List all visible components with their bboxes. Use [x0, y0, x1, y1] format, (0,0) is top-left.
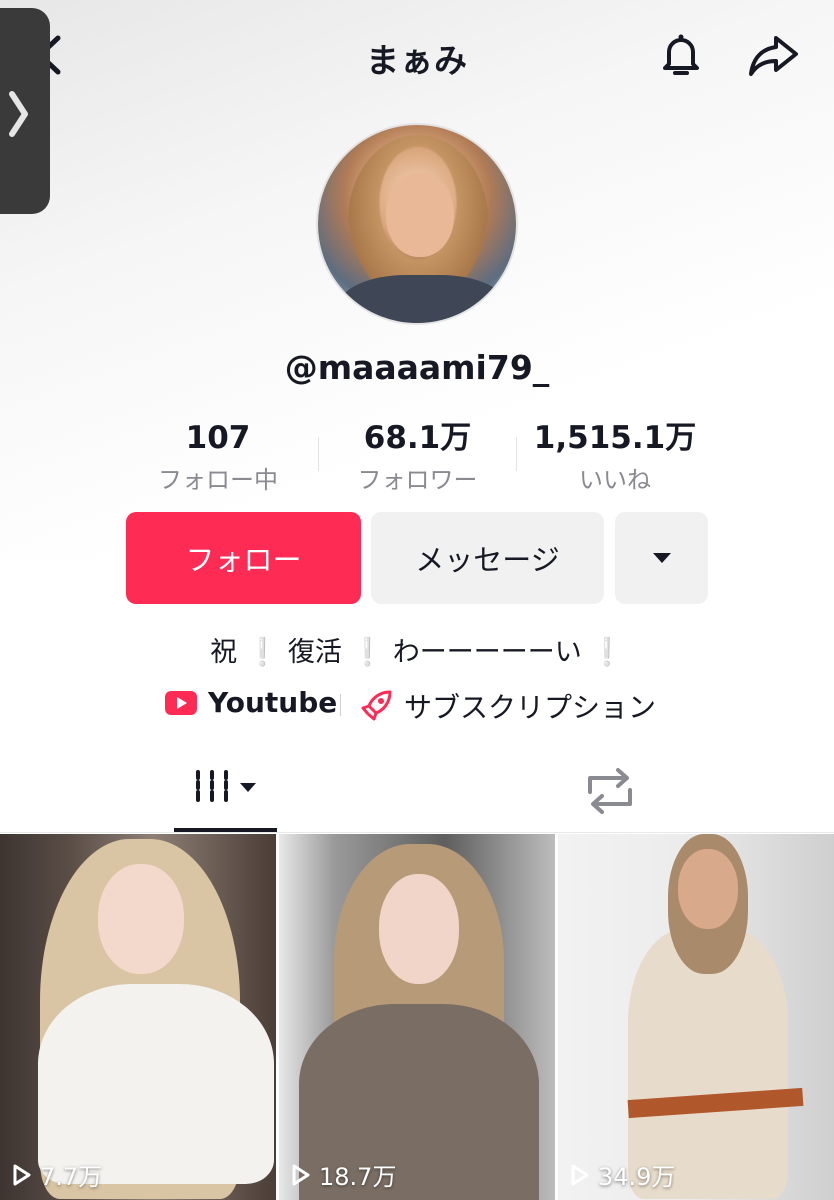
stat-likes-label: いいね: [579, 466, 651, 494]
view-count-value: 18.7万: [319, 1163, 397, 1191]
video-thumbnail[interactable]: 7.7万: [0, 834, 276, 1200]
message-button[interactable]: メッセージ: [371, 512, 604, 604]
stat-likes-value: 1,515.1万: [533, 420, 697, 456]
stat-divider: [516, 437, 517, 471]
thumbnail-figure: [678, 849, 738, 929]
username-handle: @maaaami79_: [284, 348, 550, 387]
video-thumbnail[interactable]: 34.9万: [558, 834, 834, 1200]
bell-icon[interactable]: [655, 28, 707, 80]
youtube-link[interactable]: Youtube: [208, 686, 337, 719]
youtube-icon[interactable]: [165, 691, 197, 715]
view-count: 7.7万: [12, 1157, 102, 1192]
profile-links: Youtube サブスクリプション: [0, 684, 834, 724]
stat-divider: [318, 437, 319, 471]
share-arrow-icon[interactable]: [746, 32, 802, 80]
bio-part-2: 復活: [287, 637, 342, 668]
chevron-right-icon: [9, 91, 28, 137]
stat-followers[interactable]: 68.1万 フォロワー: [340, 418, 495, 495]
view-count: 18.7万: [291, 1157, 396, 1192]
video-grid: 7.7万 18.7万 34.9万: [0, 834, 834, 1200]
avatar-face: [386, 173, 454, 257]
play-icon: [571, 1164, 589, 1185]
play-icon: [13, 1164, 31, 1185]
thumbnail-figure: [379, 874, 459, 984]
content-tabs: [0, 750, 834, 833]
stat-followers-value: 68.1万: [363, 420, 472, 456]
thumbnail-figure: [98, 864, 184, 974]
avatar[interactable]: [316, 123, 518, 325]
follow-button[interactable]: フォロー: [126, 512, 361, 604]
avatar-jacket: [338, 275, 508, 323]
caret-down-icon: [652, 553, 671, 563]
bio-part-3: わーーーーーい: [392, 637, 582, 668]
thumbnail-figure: [38, 984, 274, 1184]
bio-part-1: 祝: [210, 637, 238, 668]
view-count: 34.9万: [570, 1157, 675, 1192]
exclamation-mark: ❕: [350, 637, 385, 668]
message-button-label: メッセージ: [415, 543, 560, 577]
tab-videos[interactable]: [174, 750, 277, 832]
more-options-button[interactable]: [615, 512, 708, 604]
active-tab-indicator: [174, 828, 277, 832]
stat-following[interactable]: 107 フォロー中: [148, 418, 288, 495]
play-icon: [292, 1164, 310, 1185]
grid-bars-icon: [196, 770, 256, 802]
page-title: まぁみ: [366, 41, 468, 80]
stat-likes[interactable]: 1,515.1万 いいね: [530, 418, 700, 495]
top-bar: まぁみ: [0, 0, 834, 214]
view-count-value: 34.9万: [598, 1163, 676, 1191]
follow-button-label: フォロー: [185, 543, 302, 577]
exclamation-mark: ❕: [590, 637, 624, 668]
view-count-value: 7.7万: [40, 1163, 103, 1191]
stat-following-label: フォロー中: [158, 466, 278, 494]
subscription-link[interactable]: サブスクリプション: [404, 686, 656, 726]
repost-icon: [588, 768, 632, 814]
video-thumbnail[interactable]: 18.7万: [279, 834, 555, 1200]
link-divider: [340, 694, 341, 716]
stat-followers-label: フォロワー: [357, 466, 478, 494]
exclamation-mark: ❕: [245, 637, 280, 668]
bio-text: 祝 ❕ 復活 ❕ わーーーーーい ❕: [0, 630, 834, 669]
tab-reposts[interactable]: [560, 750, 660, 832]
stat-following-value: 107: [185, 420, 251, 456]
rocket-icon[interactable]: [360, 688, 394, 722]
